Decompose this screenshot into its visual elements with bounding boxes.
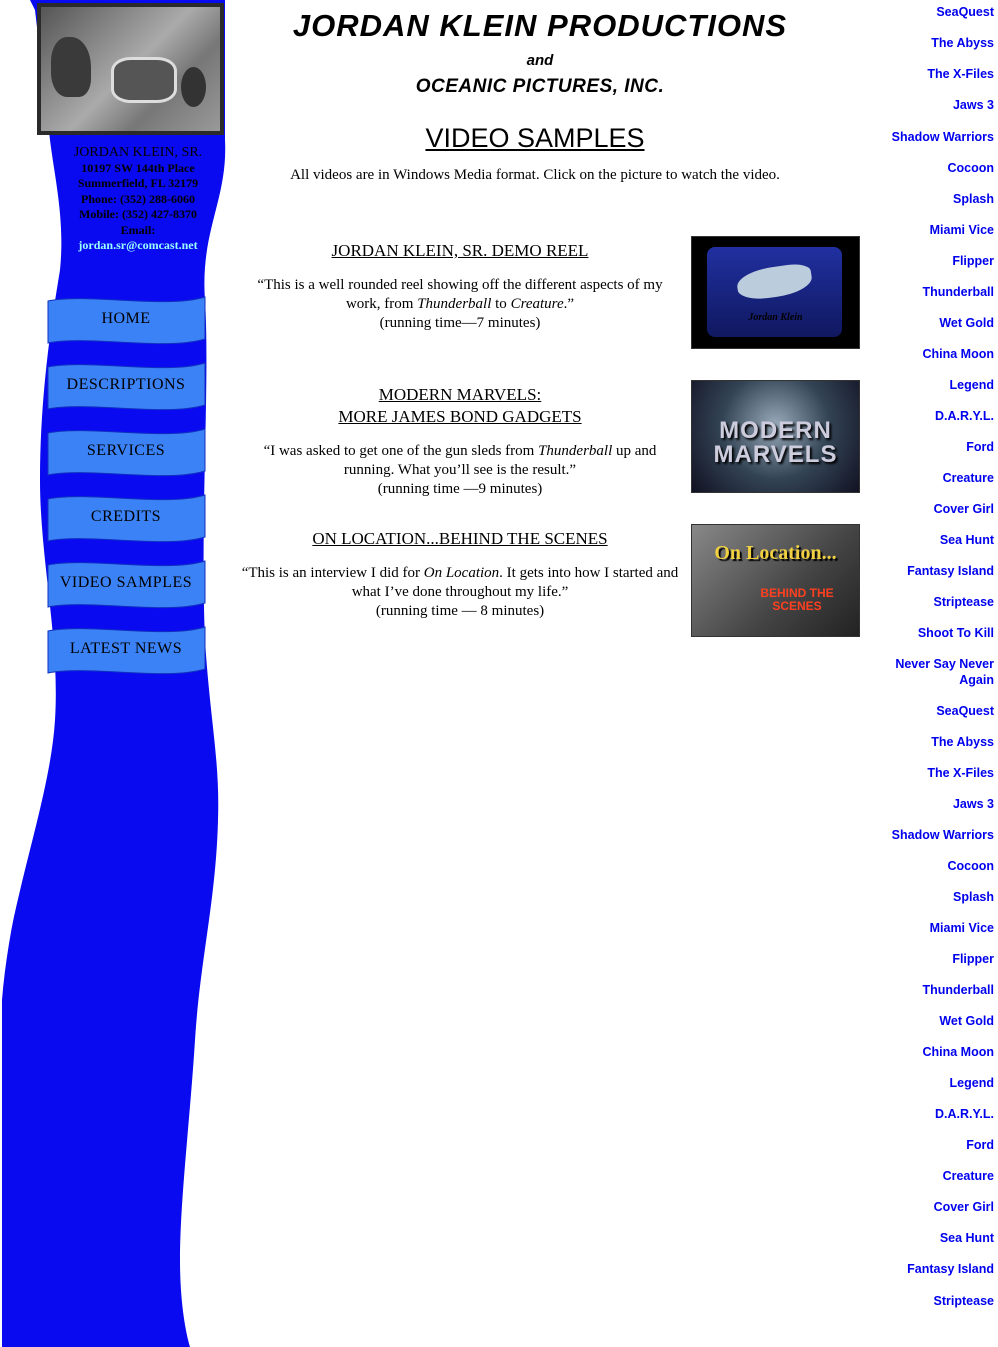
video-thumbnail-demo-reel[interactable]: Jordan Klein <box>691 236 860 349</box>
video-title-line2: MORE JAMES BOND GADGETS <box>338 407 582 426</box>
nav-video-samples-label: VIDEO SAMPLES <box>59 574 193 591</box>
credit-link-sea-hunt[interactable]: Sea Hunt <box>869 532 994 548</box>
credit-link-china-moon[interactable]: China Moon <box>869 1044 994 1060</box>
credit-link-ford[interactable]: Ford <box>869 439 994 455</box>
credit-link-daryl[interactable]: D.A.R.Y.L. <box>869 1106 994 1122</box>
video-runtime: (running time—7 minutes) <box>379 315 541 331</box>
video-description: “This is an interview I did for On Locat… <box>241 565 679 619</box>
credit-link-the-x-files[interactable]: The X-Files <box>869 765 994 781</box>
credit-link-creature[interactable]: Creature <box>869 1168 994 1184</box>
contact-name: JORDAN KLEIN, SR. <box>73 145 203 160</box>
nav-services-label: SERVICES <box>86 442 166 459</box>
credit-link-the-abyss[interactable]: The Abyss <box>869 35 994 51</box>
nav-services-button[interactable]: SERVICES <box>47 427 206 477</box>
video-item-on-location: ON LOCATION...BEHIND THE SCENES “This is… <box>240 528 680 621</box>
contact-address: 10197 SW 144th Place <box>81 160 195 175</box>
video-title: MODERN MARVELS: <box>378 385 542 404</box>
nav-latest-news-button[interactable]: LATEST NEWS <box>47 625 206 675</box>
diver-photo <box>37 3 224 135</box>
credit-link-legend[interactable]: Legend <box>869 377 994 393</box>
video-runtime: (running time — 8 minutes) <box>375 603 545 619</box>
intro-text: All videos are in Windows Media format. … <box>290 167 780 183</box>
nav-home-button[interactable]: HOME <box>47 295 206 345</box>
credit-link-creature[interactable]: Creature <box>869 470 994 486</box>
credit-link-never-say-never-again[interactable]: Never Say Never Again <box>869 656 994 688</box>
contact-phone: Phone: (352) 288-6060 <box>81 191 195 206</box>
nav-credits-button[interactable]: CREDITS <box>47 493 206 543</box>
credit-link-seaquest[interactable]: SeaQuest <box>869 4 994 20</box>
company-and: and <box>526 52 554 69</box>
credit-link-fantasy-island[interactable]: Fantasy Island <box>869 1261 994 1277</box>
credit-link-fantasy-island[interactable]: Fantasy Island <box>869 563 994 579</box>
video-title: ON LOCATION...BEHIND THE SCENES <box>312 529 608 548</box>
contact-mobile: Mobile: (352) 427-8370 <box>79 207 197 221</box>
credit-link-miami-vice[interactable]: Miami Vice <box>869 222 994 238</box>
contact-block: JORDAN KLEIN, SR. 10197 SW 144th Place S… <box>52 145 224 254</box>
credit-link-daryl[interactable]: D.A.R.Y.L. <box>869 408 994 424</box>
credit-link-shadow-warriors[interactable]: Shadow Warriors <box>869 827 994 843</box>
nav-descriptions-label: DESCRIPTIONS <box>66 376 186 393</box>
video-thumbnail-modern-marvels[interactable]: MODERN MARVELS <box>691 380 860 493</box>
credit-link-shadow-warriors[interactable]: Shadow Warriors <box>869 129 994 145</box>
credit-link-seaquest[interactable]: SeaQuest <box>869 703 994 719</box>
credit-link-cocoon[interactable]: Cocoon <box>869 160 994 176</box>
credit-link-ford[interactable]: Ford <box>869 1137 994 1153</box>
credit-link-sea-hunt[interactable]: Sea Hunt <box>869 1230 994 1246</box>
credit-link-jaws-3[interactable]: Jaws 3 <box>869 97 994 113</box>
credit-link-thunderball[interactable]: Thunderball <box>869 982 994 998</box>
video-description: “This is a well rounded reel showing off… <box>257 277 663 331</box>
nav-latest-news-label: LATEST NEWS <box>69 640 183 657</box>
video-title: JORDAN KLEIN, SR. DEMO REEL <box>331 241 589 260</box>
credit-link-the-x-files[interactable]: The X-Files <box>869 66 994 82</box>
credit-link-shoot-to-kill[interactable]: Shoot To Kill <box>869 625 994 641</box>
video-runtime: (running time —9 minutes) <box>377 481 543 497</box>
credit-link-legend[interactable]: Legend <box>869 1075 994 1091</box>
credit-link-jaws-3[interactable]: Jaws 3 <box>869 796 994 812</box>
credit-link-the-abyss[interactable]: The Abyss <box>869 734 994 750</box>
credit-link-miami-vice[interactable]: Miami Vice <box>869 920 994 936</box>
credit-link-wet-gold[interactable]: Wet Gold <box>869 315 994 331</box>
contact-email-label: Email: <box>120 222 156 237</box>
nav-credits-label: CREDITS <box>90 508 162 525</box>
credit-link-striptease[interactable]: Striptease <box>869 594 994 610</box>
credit-link-china-moon[interactable]: China Moon <box>869 346 994 362</box>
credit-link-flipper[interactable]: Flipper <box>869 253 994 269</box>
page-title: VIDEO SAMPLES <box>425 123 645 153</box>
credit-link-thunderball[interactable]: Thunderball <box>869 284 994 300</box>
video-thumbnail-on-location[interactable]: On Location... BEHIND THE SCENES <box>691 524 860 637</box>
credit-link-flipper[interactable]: Flipper <box>869 951 994 967</box>
video-item-modern-marvels: MODERN MARVELS: MORE JAMES BOND GADGETS … <box>240 384 680 499</box>
credit-link-cover-girl[interactable]: Cover Girl <box>869 1199 994 1215</box>
credit-link-splash[interactable]: Splash <box>869 889 994 905</box>
video-description: “I was asked to get one of the gun sleds… <box>263 443 657 497</box>
company-subtitle: OCEANIC PICTURES, INC. <box>415 76 665 97</box>
nav-home-label: HOME <box>101 310 151 327</box>
credit-link-cover-girl[interactable]: Cover Girl <box>869 501 994 517</box>
video-item-demo-reel: JORDAN KLEIN, SR. DEMO REEL “This is a w… <box>240 240 680 333</box>
credit-link-wet-gold[interactable]: Wet Gold <box>869 1013 994 1029</box>
credit-link-striptease[interactable]: Striptease <box>869 1293 994 1309</box>
nav-video-samples-button[interactable]: VIDEO SAMPLES <box>47 559 206 609</box>
credit-link-splash[interactable]: Splash <box>869 191 994 207</box>
contact-email-link[interactable]: jordan.sr@comcast.net <box>78 238 197 252</box>
nav-descriptions-button[interactable]: DESCRIPTIONS <box>47 361 206 411</box>
company-title: JORDAN KLEIN PRODUCTIONS <box>292 8 788 43</box>
contact-city: Summerfield, FL 32179 <box>77 176 199 190</box>
credit-link-cocoon[interactable]: Cocoon <box>869 858 994 874</box>
